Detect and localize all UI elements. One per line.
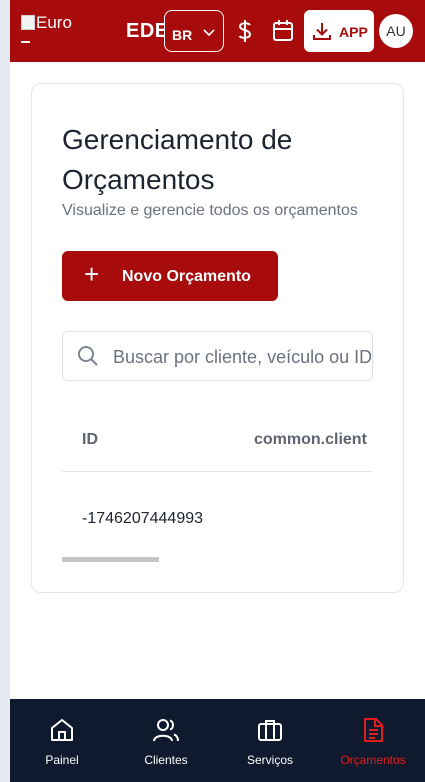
nav-item-orcamentos[interactable]: Orçamentos xyxy=(321,699,425,782)
nav-label-orcamentos: Orçamentos xyxy=(340,753,406,767)
search-box[interactable] xyxy=(62,331,373,381)
language-select[interactable]: BR xyxy=(164,10,224,52)
nav-item-servicos[interactable]: Serviços xyxy=(218,699,322,782)
calendar-icon[interactable] xyxy=(272,19,294,43)
app-button-label: APP xyxy=(339,24,368,40)
logo-alt-text: Euro xyxy=(36,13,72,32)
chevron-down-icon xyxy=(203,29,215,37)
column-header-id[interactable]: ID xyxy=(82,431,98,449)
app-frame: Euro EDE BR APP AU Gerenciamento de Orça… xyxy=(10,0,425,782)
language-value: BR xyxy=(172,27,193,43)
page-title: Gerenciamento de Orçamentos xyxy=(62,124,293,195)
users-icon xyxy=(153,719,179,742)
home-icon xyxy=(51,719,73,741)
document-icon xyxy=(364,718,383,742)
logo-underline xyxy=(21,41,30,43)
new-quote-button[interactable]: + Novo Orçamento xyxy=(62,251,278,301)
column-header-client[interactable]: common.client xyxy=(254,431,367,449)
download-icon xyxy=(313,23,331,40)
horizontal-scrollbar[interactable] xyxy=(62,557,159,562)
download-app-button[interactable]: APP xyxy=(304,10,374,52)
nav-label-painel: Painel xyxy=(45,753,79,767)
search-input[interactable] xyxy=(113,344,371,370)
bottom-nav: Painel Clientes Serviços Orçamentos xyxy=(10,699,425,782)
nav-item-painel[interactable]: Painel xyxy=(10,699,114,782)
avatar[interactable]: AU xyxy=(379,14,413,48)
quotes-table: ID common.client -1746207444993 xyxy=(62,414,373,564)
broken-image-icon xyxy=(21,15,35,30)
brand-name: EDE xyxy=(126,20,169,42)
quotes-card: Gerenciamento de Orçamentos Visualize e … xyxy=(31,83,404,593)
page-subtitle: Visualize e gerencie todos os orçamentos xyxy=(62,202,358,219)
header-divider xyxy=(62,471,373,472)
dollar-icon[interactable] xyxy=(237,19,253,43)
top-header: Euro EDE BR APP AU xyxy=(10,0,425,62)
plus-icon: + xyxy=(84,259,100,289)
new-quote-label: Novo Orçamento xyxy=(122,268,251,285)
nav-label-clientes: Clientes xyxy=(144,753,188,767)
nav-item-clientes[interactable]: Clientes xyxy=(114,699,218,782)
nav-label-servicos: Serviços xyxy=(246,753,293,767)
logo[interactable]: Euro xyxy=(21,13,101,53)
table-row-id[interactable]: -1746207444993 xyxy=(82,510,203,528)
briefcase-icon xyxy=(258,720,282,741)
search-icon xyxy=(78,346,98,366)
